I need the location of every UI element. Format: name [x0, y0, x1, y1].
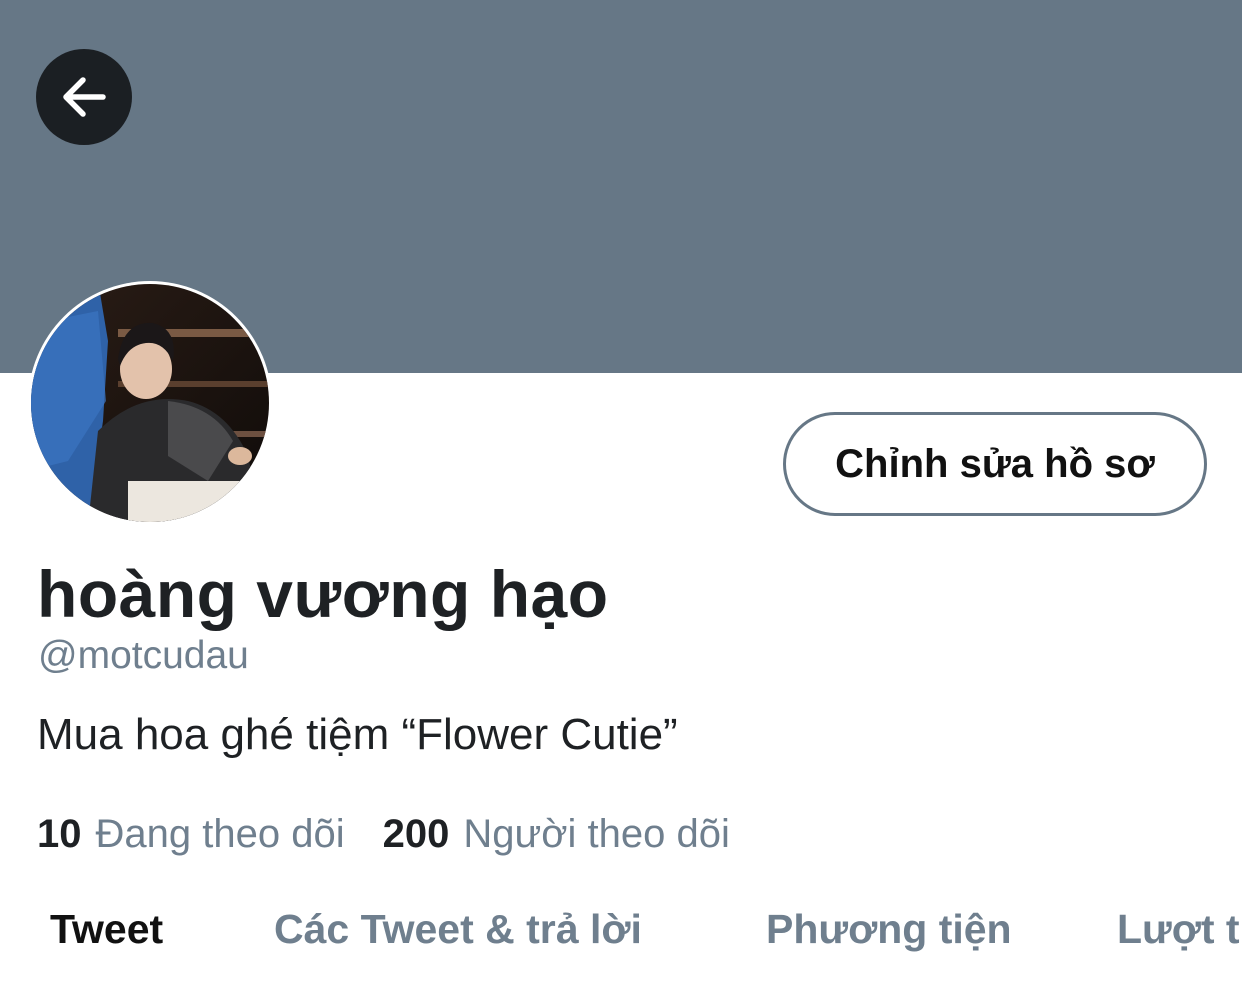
profile-bio: Mua hoa ghé tiệm “Flower Cutie”: [37, 710, 678, 759]
profile-tabs: Tweet Các Tweet & trả lời Phương tiện Lư…: [0, 906, 1242, 966]
profile-page: Chỉnh sửa hồ sơ hoàng vương hạo @motcuda…: [0, 0, 1242, 989]
followers-label: Người theo dõi: [463, 812, 730, 856]
arrow-left-icon: [63, 77, 106, 117]
following-count: 10: [37, 812, 82, 856]
following-stat[interactable]: 10 Đang theo dõi: [37, 812, 345, 857]
tab-likes[interactable]: Lượt thích: [1117, 906, 1242, 953]
display-name: hoàng vương hạo: [37, 557, 609, 631]
follow-stats: 10 Đang theo dõi 200 Người theo dõi: [37, 812, 768, 857]
tab-media[interactable]: Phương tiện: [766, 906, 1012, 953]
followers-count: 200: [382, 812, 450, 856]
followers-stat[interactable]: 200 Người theo dõi: [383, 812, 730, 857]
edit-profile-label: Chỉnh sửa hồ sơ: [835, 441, 1155, 486]
following-label: Đang theo dõi: [95, 812, 345, 856]
tab-tweets[interactable]: Tweet: [50, 906, 163, 953]
tab-tweets-replies[interactable]: Các Tweet & trả lời: [274, 906, 642, 953]
avatar-photo: [29, 282, 271, 524]
back-button[interactable]: [36, 49, 132, 145]
user-handle: @motcudau: [38, 634, 249, 677]
edit-profile-button[interactable]: Chỉnh sửa hồ sơ: [783, 412, 1207, 516]
avatar[interactable]: [28, 281, 272, 525]
